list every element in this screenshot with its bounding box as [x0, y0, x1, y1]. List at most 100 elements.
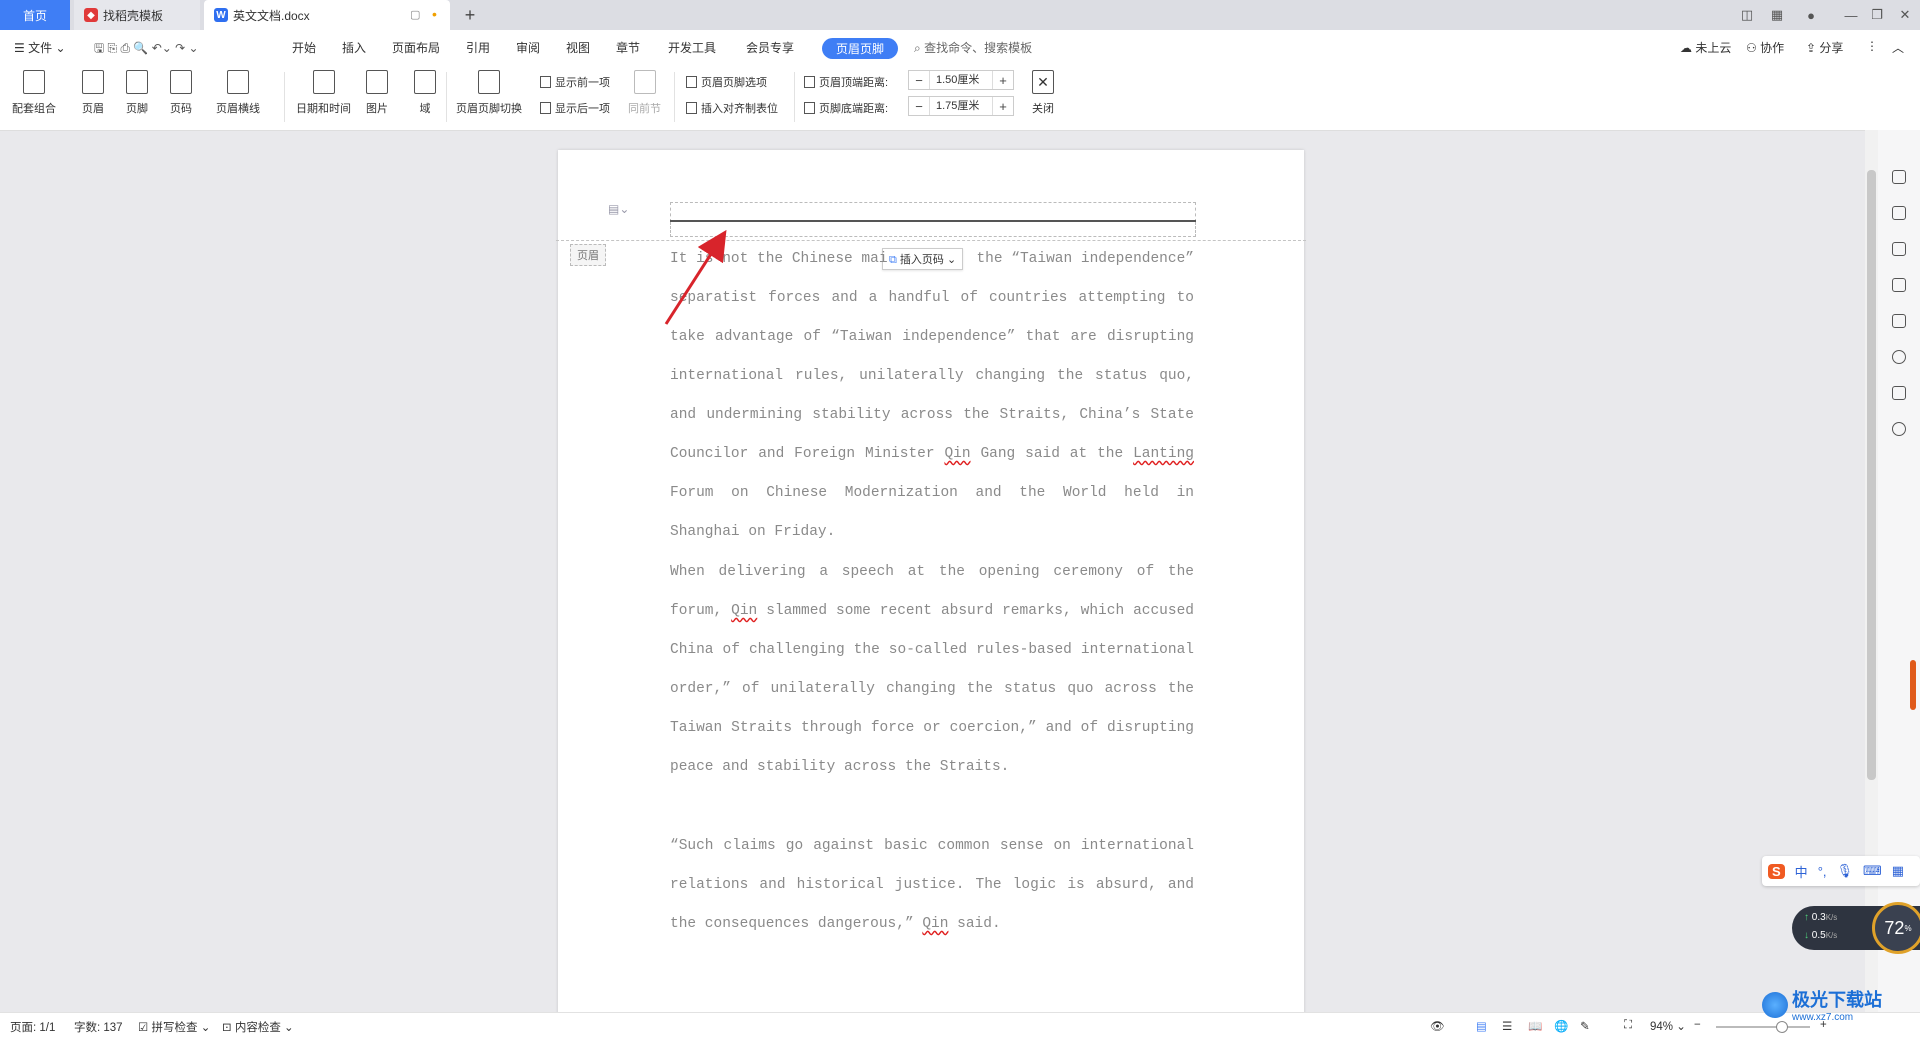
footer-bottom-distance-stepper[interactable]: − 1.75厘米 + — [908, 96, 1014, 116]
quick-access-toolbar[interactable]: 🖫 ⎘ ⎙ 🔍 ↶⌄ ↷ ⌄ — [94, 39, 199, 60]
more-icon[interactable]: ⋮ — [1866, 39, 1878, 53]
picture-label: 图片 — [366, 103, 388, 115]
picture-button[interactable]: 图片 — [366, 70, 388, 116]
cursor-icon[interactable] — [1892, 242, 1906, 256]
zoom-level[interactable]: 94% ⌄ — [1650, 1019, 1686, 1033]
show-prev-button[interactable]: 显示前一项 — [540, 74, 610, 90]
menu-view[interactable]: 视图 — [566, 39, 590, 56]
header-top-distance-value[interactable]: 1.50厘米 — [929, 71, 993, 89]
footer-label: 页脚 — [126, 103, 148, 115]
header-button[interactable]: 页眉 — [82, 70, 104, 116]
fit-page-icon[interactable]: ⛶ — [1624, 1019, 1632, 1032]
menu-references[interactable]: 引用 — [466, 39, 490, 56]
switch-button[interactable]: 页眉页脚切换 — [456, 70, 522, 116]
menu-insert[interactable]: 插入 — [342, 39, 366, 56]
menu-section[interactable]: 章节 — [616, 39, 640, 56]
command-search[interactable]: ⌕ 查找命令、搜索模板 — [914, 39, 1032, 56]
sogou-icon[interactable]: S — [1768, 863, 1785, 879]
scrollbar-thumb[interactable] — [1867, 170, 1876, 780]
keyboard-icon[interactable]: ⌨ — [1863, 863, 1882, 879]
outline-view-icon[interactable]: ☰ — [1502, 1019, 1512, 1033]
menu-layout[interactable]: 页面布局 — [392, 39, 440, 56]
file-menu[interactable]: ☰ 文件 ⌄ — [14, 39, 66, 56]
ime-toolbar[interactable]: S 中 °, 🎙 ⌨ ▦ — [1762, 856, 1920, 886]
rocket-icon[interactable] — [1892, 170, 1906, 184]
avatar[interactable]: ● — [1800, 5, 1822, 25]
tab-template[interactable]: ◆ 找稻壳模板 — [74, 0, 200, 30]
combo-button[interactable]: 配套组合 — [12, 70, 56, 116]
zoom-out-icon[interactable]: − — [1694, 1019, 1701, 1031]
content-check[interactable]: ⊡ 内容检查 ⌄ — [222, 1019, 294, 1035]
apps-icon[interactable]: ▦ — [1892, 863, 1904, 879]
close-icon[interactable]: ✕ — [1894, 5, 1916, 25]
comment-icon[interactable]: ▢ — [410, 8, 420, 21]
sliders-icon[interactable] — [1892, 278, 1906, 292]
restore-icon[interactable]: ❐ — [1866, 5, 1888, 25]
spell-check[interactable]: ☑ 拼写检查 ⌄ — [138, 1019, 210, 1035]
microphone-icon[interactable]: 🎙 — [1837, 863, 1854, 879]
datetime-label: 日期和时间 — [296, 103, 351, 115]
menu-member[interactable]: 会员专享 — [746, 39, 794, 56]
increase-icon[interactable]: + — [993, 99, 1013, 114]
tab-document[interactable]: W 英文文档.docx ▢ • — [204, 0, 450, 30]
header-line-button[interactable]: 页眉横线 — [216, 70, 260, 116]
cloud-status[interactable]: ☁ 未上云 — [1680, 39, 1731, 56]
write-view-icon[interactable]: ✎ — [1580, 1019, 1590, 1033]
performance-widget[interactable]: ↑ 0.3K/s ↓ 0.5K/s 72% — [1792, 902, 1920, 954]
zoom-value: 94% — [1650, 1021, 1674, 1033]
decrease-icon[interactable]: − — [909, 99, 929, 114]
page-view-icon[interactable]: ▤ — [1476, 1019, 1487, 1033]
ime-mode[interactable]: 中 — [1795, 862, 1808, 881]
word-count[interactable]: 字数: 137 — [74, 1019, 123, 1035]
zoom-slider[interactable] — [1716, 1026, 1810, 1028]
footer-icon — [126, 70, 148, 94]
increase-icon[interactable]: + — [993, 73, 1013, 88]
show-next-icon — [540, 102, 551, 114]
tab-home[interactable]: 首页 — [0, 0, 70, 30]
minimize-icon[interactable]: — — [1840, 5, 1862, 25]
header-top-distance-stepper[interactable]: − 1.50厘米 + — [908, 70, 1014, 90]
collab-button[interactable]: ⚇ 协作 — [1746, 39, 1784, 56]
header-options-icon[interactable]: ▤⌄ — [608, 202, 629, 216]
same-as-prev-button[interactable]: 同前节 — [628, 70, 661, 116]
pen-icon[interactable] — [1892, 206, 1906, 220]
close-header-footer-button[interactable]: ✕ 关闭 — [1032, 70, 1054, 116]
menu-start[interactable]: 开始 — [292, 39, 316, 56]
read-view-icon[interactable]: 📖 — [1528, 1019, 1542, 1033]
footer-button[interactable]: 页脚 — [126, 70, 148, 116]
grid-icon[interactable]: ▦ — [1766, 5, 1788, 25]
footer-bottom-distance-value[interactable]: 1.75厘米 — [929, 97, 993, 115]
book-icon[interactable] — [1892, 386, 1906, 400]
header-line-icon — [227, 70, 249, 94]
decrease-icon[interactable]: − — [909, 73, 929, 88]
share-button[interactable]: ⇪ 分享 — [1806, 39, 1843, 56]
insert-tab-stop-button[interactable]: 插入对齐制表位 — [686, 100, 778, 116]
field-icon — [414, 70, 436, 94]
document-page[interactable]: ▤⌄ 页眉 ⧉ 插入页码 ⌄ It is not the Chinese mai… — [556, 150, 1306, 1030]
punctuation-icon[interactable]: °, — [1818, 864, 1827, 879]
logo-icon — [1762, 991, 1788, 1018]
new-tab-button[interactable]: + — [458, 0, 482, 30]
layout-icon[interactable]: ◫ — [1736, 5, 1758, 25]
paragraph-2[interactable]: When delivering a speech at the opening … — [670, 553, 1194, 787]
show-next-button[interactable]: 显示后一项 — [540, 100, 610, 116]
menu-review[interactable]: 审阅 — [516, 39, 540, 56]
combo-label: 配套组合 — [12, 103, 56, 115]
header-label: 页眉 — [82, 103, 104, 115]
page-number-button[interactable]: 页码 — [170, 70, 192, 116]
collapse-ribbon-icon[interactable]: ︿ — [1892, 39, 1904, 56]
paragraph-1[interactable]: It is not the Chinese mai the “Taiwan ind… — [670, 240, 1194, 552]
web-view-icon[interactable]: 🌐 — [1554, 1019, 1568, 1033]
paragraph-3[interactable]: “Such claims go against basic common sen… — [670, 827, 1194, 944]
tab-header-footer[interactable]: 页眉页脚 — [822, 38, 898, 59]
help-icon[interactable] — [1892, 422, 1906, 436]
header-frame[interactable] — [670, 202, 1196, 222]
location-icon[interactable] — [1892, 350, 1906, 364]
hf-options-button[interactable]: 页眉页脚选项 — [686, 74, 767, 90]
field-button[interactable]: 域 — [414, 70, 436, 116]
upload-speed: ↑ 0.3K/s — [1804, 912, 1838, 923]
image-icon[interactable] — [1892, 314, 1906, 328]
datetime-button[interactable]: 日期和时间 — [296, 70, 351, 116]
menu-developer[interactable]: 开发工具 — [668, 39, 716, 56]
eye-icon[interactable]: 👁 — [1430, 1019, 1445, 1033]
